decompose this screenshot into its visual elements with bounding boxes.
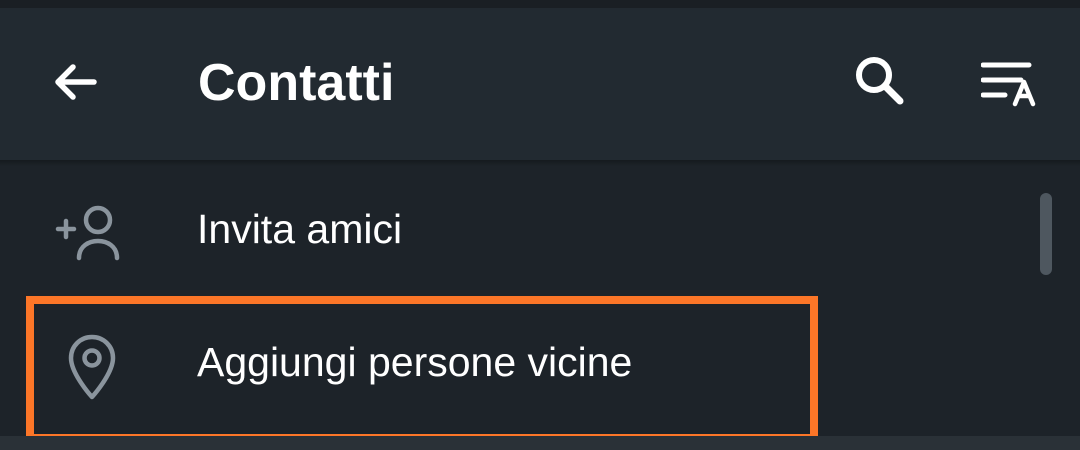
app-bar <box>0 8 1080 160</box>
scrollbar[interactable] <box>1040 193 1052 275</box>
search-icon <box>856 57 904 105</box>
arrow-back-icon <box>55 64 97 100</box>
bottom-divider <box>0 436 1080 450</box>
sort-by-name-icon <box>981 62 1036 107</box>
list-item-invite-friends[interactable]: Invita amici <box>0 166 1030 298</box>
list-item-add-nearby-people[interactable]: Aggiungi persone vicine <box>0 299 1030 431</box>
back-button[interactable] <box>38 44 114 120</box>
sort-by-name-button[interactable] <box>972 44 1052 120</box>
contacts-options-list: Invita amici Aggiungi persone vicine <box>0 166 1080 450</box>
add-nearby-people-label: Aggiungi persone vicine <box>197 339 633 385</box>
page-title: Contatti <box>198 54 395 112</box>
status-bar-strip <box>0 0 1080 8</box>
location-pin-icon <box>54 329 130 405</box>
invite-friends-label: Invita amici <box>197 206 403 252</box>
add-person-icon <box>54 196 130 272</box>
search-button[interactable] <box>842 44 918 120</box>
